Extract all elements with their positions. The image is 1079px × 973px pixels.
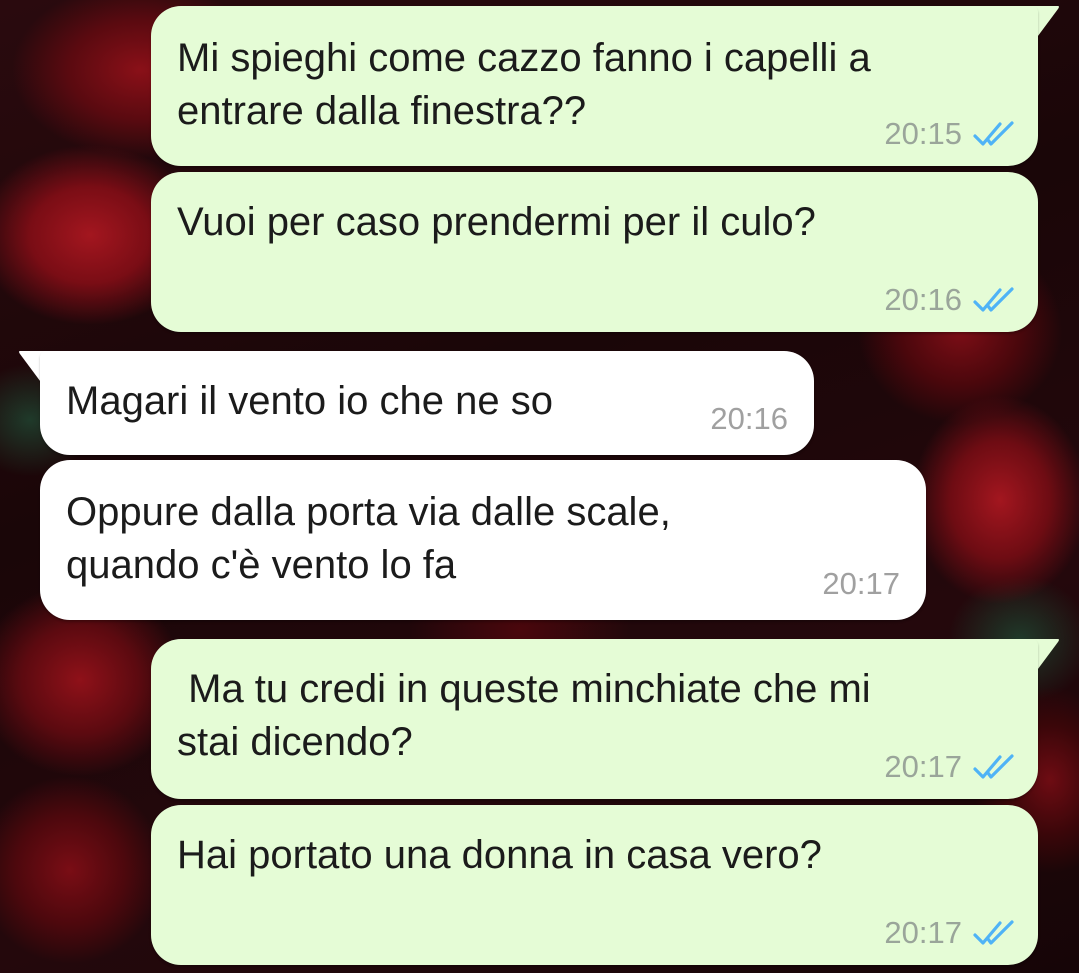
message-meta: 20:17 xyxy=(822,566,900,602)
message-bubble-outgoing[interactable]: Ma tu credi in queste minchiate che mi s… xyxy=(151,639,1038,799)
message-text: Oppure dalla porta via dalle scale, quan… xyxy=(66,490,671,587)
message-time: 20:16 xyxy=(884,282,962,317)
message-meta: 20:16 xyxy=(884,282,1016,318)
message-time: 20:17 xyxy=(884,749,962,784)
message-text: Vuoi per caso prendermi per il culo? xyxy=(177,200,816,244)
message-text: Ma tu credi in queste minchiate che mi s… xyxy=(177,667,871,764)
message-time: 20:17 xyxy=(822,566,900,601)
read-ticks-icon xyxy=(973,920,1014,945)
message-time: 20:15 xyxy=(884,116,962,151)
message-text: Magari il vento io che ne so xyxy=(66,379,553,423)
message-meta: 20:17 xyxy=(884,915,1016,951)
message-time: 20:16 xyxy=(710,401,788,436)
read-ticks-icon xyxy=(973,287,1014,312)
message-meta: 20:17 xyxy=(884,749,1016,785)
message-meta: 20:16 xyxy=(710,401,788,437)
message-bubble-outgoing[interactable]: Hai portato una donna in casa vero? 20:1… xyxy=(151,805,1038,965)
message-text: Mi spieghi come cazzo fanno i capelli a … xyxy=(177,36,871,133)
message-text: Hai portato una donna in casa vero? xyxy=(177,833,822,877)
message-bubble-outgoing[interactable]: Vuoi per caso prendermi per il culo? 20:… xyxy=(151,172,1038,332)
message-time: 20:17 xyxy=(884,915,962,950)
message-bubble-incoming[interactable]: Oppure dalla porta via dalle scale, quan… xyxy=(40,460,926,620)
message-bubble-incoming[interactable]: Magari il vento io che ne so 20:16 xyxy=(40,351,814,455)
message-meta: 20:15 xyxy=(884,116,1016,152)
message-bubble-outgoing[interactable]: Mi spieghi come cazzo fanno i capelli a … xyxy=(151,6,1038,166)
read-ticks-icon xyxy=(973,121,1014,146)
read-ticks-icon xyxy=(973,754,1014,779)
